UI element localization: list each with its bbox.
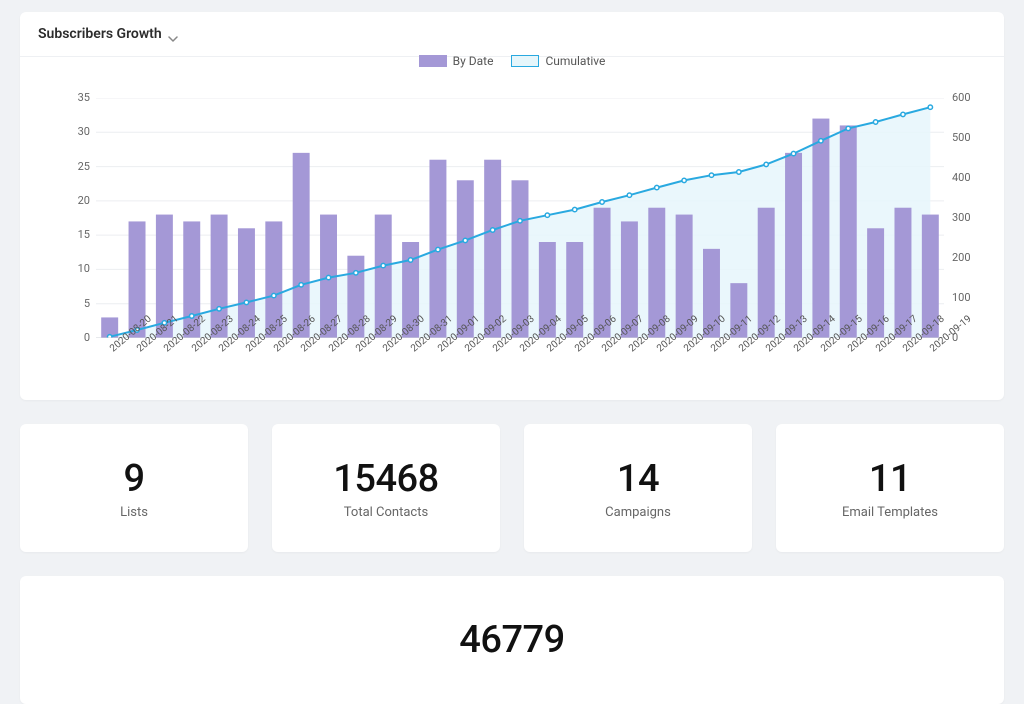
subscribers-growth-card: Subscribers Growth By Date Cumulative 0 5…: [20, 12, 1004, 400]
stat-campaigns[interactable]: 14 Campaigns: [524, 424, 752, 552]
chevron-down-icon: [168, 29, 178, 39]
y-left-tick: 5: [60, 297, 90, 310]
y-left-tick: 10: [60, 262, 90, 275]
legend-swatch-line: [511, 55, 539, 67]
stat-total-contacts[interactable]: 15468 Total Contacts: [272, 424, 500, 552]
legend-by-date[interactable]: By Date: [419, 54, 494, 68]
stat-value: 11: [869, 457, 911, 501]
stats-row-2: 46779: [20, 576, 1004, 704]
y-left-tick: 0: [60, 331, 90, 344]
legend-cumulative[interactable]: Cumulative: [511, 54, 605, 68]
chart-plot: [96, 98, 944, 338]
y-left-tick: 25: [60, 160, 90, 173]
stat-label: Campaigns: [605, 505, 671, 520]
legend-label: By Date: [453, 54, 494, 68]
stat-next[interactable]: 46779: [20, 576, 1004, 704]
legend-swatch-bar: [419, 55, 447, 67]
y-right-tick: 100: [952, 291, 971, 304]
stat-label: Lists: [120, 505, 148, 520]
y-right-tick: 500: [952, 131, 971, 144]
legend-label: Cumulative: [545, 54, 605, 68]
stat-value: 14: [617, 457, 659, 501]
y-left-tick: 15: [60, 228, 90, 241]
chart-header[interactable]: Subscribers Growth: [20, 12, 1004, 57]
stats-row: 9 Lists 15468 Total Contacts 14 Campaign…: [20, 424, 1004, 552]
y-left-tick: 30: [60, 125, 90, 138]
stat-email-templates[interactable]: 11 Email Templates: [776, 424, 1004, 552]
stat-value: 15468: [333, 457, 439, 501]
x-axis-labels: 2020-08-202020-08-212020-08-222020-08-23…: [96, 342, 944, 392]
chart-legend: By Date Cumulative: [20, 54, 1004, 68]
stat-label: Total Contacts: [344, 505, 428, 520]
stat-label: Email Templates: [842, 505, 938, 520]
stat-value: 46779: [459, 618, 565, 662]
y-right-tick: 200: [952, 251, 971, 264]
stat-lists[interactable]: 9 Lists: [20, 424, 248, 552]
chart-title: Subscribers Growth: [38, 26, 162, 42]
stat-value: 9: [123, 457, 144, 501]
y-left-tick: 20: [60, 194, 90, 207]
y-right-tick: 600: [952, 91, 971, 104]
y-right-tick: 400: [952, 171, 971, 184]
y-left-tick: 35: [60, 91, 90, 104]
y-right-tick: 300: [952, 211, 971, 224]
